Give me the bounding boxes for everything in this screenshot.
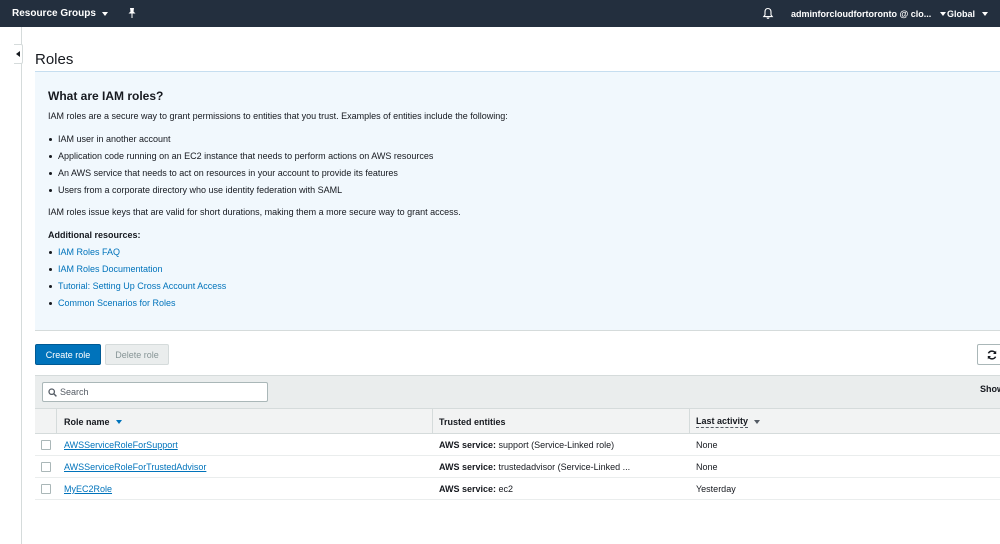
sidebar-divider [21, 27, 22, 544]
list-item: IAM user in another account [48, 134, 433, 151]
pin-icon[interactable] [126, 7, 138, 19]
region-name: Global [947, 9, 976, 19]
row-checkbox[interactable] [41, 484, 51, 494]
bell-icon[interactable] [762, 7, 774, 20]
column-divider [432, 409, 433, 434]
entity-list: IAM user in another account Application … [48, 134, 433, 202]
list-item: IAM Roles FAQ [48, 247, 226, 264]
row-checkbox[interactable] [41, 462, 51, 472]
table-row: AWSServiceRoleForSupport AWS service: su… [35, 434, 1000, 456]
account-name: adminforcloudfortoronto @ clo... [791, 9, 932, 19]
chevron-down-icon [982, 12, 989, 16]
show-label[interactable]: Show [980, 384, 1000, 394]
entity-type: AWS service: [439, 462, 497, 472]
link-common-scenarios[interactable]: Common Scenarios for Roles [58, 298, 176, 308]
trusted-entity: AWS service: trustedadvisor (Service-Lin… [439, 462, 630, 472]
info-panel: What are IAM roles? IAM roles are a secu… [35, 71, 1000, 331]
column-label: Last activity [696, 415, 749, 428]
page-title: Roles [35, 51, 74, 68]
list-item: IAM Roles Documentation [48, 264, 226, 281]
column-role-name[interactable]: Role name [64, 409, 122, 434]
info-heading: What are IAM roles? [48, 89, 164, 103]
last-activity: Yesterday [696, 484, 736, 494]
sort-icon [754, 419, 761, 424]
create-role-button[interactable]: Create role [35, 344, 101, 365]
entity-type: AWS service: [439, 440, 497, 450]
column-last-activity[interactable]: Last activity [696, 409, 761, 434]
region-menu[interactable]: Global [947, 9, 989, 19]
resource-groups-menu[interactable]: Resource Groups [12, 8, 108, 19]
trusted-entity: AWS service: support (Service-Linked rol… [439, 440, 614, 450]
info-intro: IAM roles are a secure way to grant perm… [48, 111, 508, 121]
role-name-link[interactable]: MyEC2Role [64, 484, 112, 494]
column-trusted-entities: Trusted entities [439, 409, 506, 434]
list-item: Common Scenarios for Roles [48, 298, 226, 315]
row-checkbox[interactable] [41, 440, 51, 450]
column-label: Role name [64, 416, 110, 427]
delete-role-button[interactable]: Delete role [105, 344, 169, 365]
sort-icon [115, 419, 122, 424]
list-item: Users from a corporate directory who use… [48, 185, 433, 202]
trusted-entity: AWS service: ec2 [439, 484, 513, 494]
entity-value: ec2 [498, 484, 514, 494]
search-icon [48, 388, 57, 397]
resource-groups-label: Resource Groups [12, 8, 96, 19]
table-row: AWSServiceRoleForTrustedAdvisor AWS serv… [35, 456, 1000, 478]
refresh-icon [987, 350, 997, 360]
last-activity: None [696, 440, 718, 450]
resources-list: IAM Roles FAQ IAM Roles Documentation Tu… [48, 247, 226, 315]
role-name-link[interactable]: AWSServiceRoleForSupport [64, 440, 178, 450]
list-item: Application code running on an EC2 insta… [48, 151, 433, 168]
collapse-arrow-icon [16, 51, 20, 57]
link-iam-roles-faq[interactable]: IAM Roles FAQ [58, 247, 120, 257]
chevron-down-icon [101, 11, 108, 16]
refresh-button[interactable] [977, 344, 1000, 365]
list-item: An AWS service that needs to act on reso… [48, 168, 433, 185]
table-row: MyEC2Role AWS service: ec2 Yesterday [35, 478, 1000, 500]
entity-type: AWS service: [439, 484, 497, 494]
column-divider [56, 409, 57, 434]
search-box [42, 382, 268, 402]
role-name-link[interactable]: AWSServiceRoleForTrustedAdvisor [64, 462, 206, 472]
resources-heading: Additional resources: [48, 230, 141, 240]
table-toolbar: Show [35, 375, 1000, 408]
table-header: Role name Trusted entities Last activity [35, 408, 1000, 434]
link-cross-account-tutorial[interactable]: Tutorial: Setting Up Cross Account Acces… [58, 281, 226, 291]
last-activity: None [696, 462, 718, 472]
chevron-down-icon [940, 12, 947, 16]
list-item: Tutorial: Setting Up Cross Account Acces… [48, 281, 226, 298]
entity-value: trustedadvisor (Service-Linked ... [498, 462, 631, 472]
top-navigation: Resource Groups adminforcloudfortoronto … [0, 0, 1000, 27]
info-keys-note: IAM roles issue keys that are valid for … [48, 207, 461, 217]
column-label: Trusted entities [439, 416, 506, 427]
entity-value: support (Service-Linked role) [498, 440, 615, 450]
link-iam-roles-documentation[interactable]: IAM Roles Documentation [58, 264, 163, 274]
account-menu[interactable]: adminforcloudfortoronto @ clo... [791, 9, 947, 19]
column-divider [689, 409, 690, 434]
sidebar-toggle-button[interactable] [14, 44, 23, 64]
search-input[interactable] [60, 384, 260, 400]
